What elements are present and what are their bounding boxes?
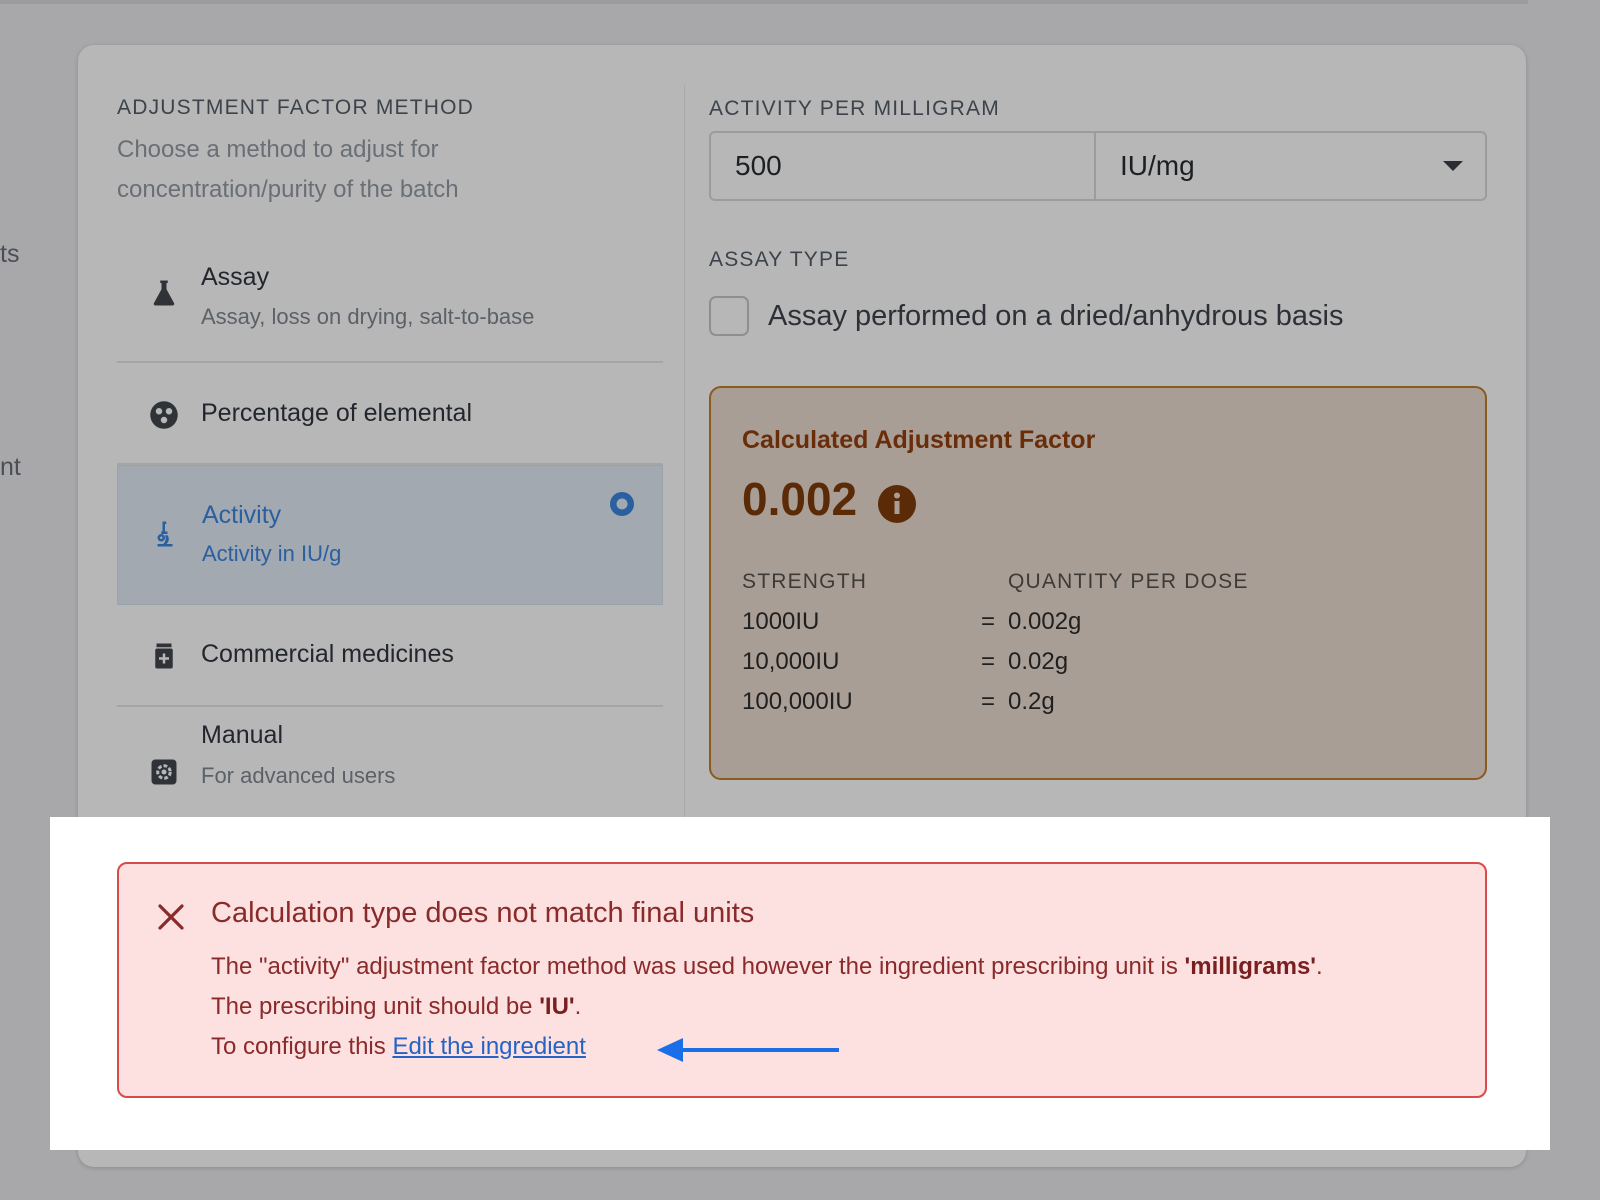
alert-message-line-3: To configure this Edit the ingredient bbox=[211, 1033, 586, 1061]
close-icon bbox=[158, 904, 184, 930]
medicine-bottle-icon bbox=[155, 643, 173, 669]
column-divider bbox=[684, 85, 685, 847]
flask-icon bbox=[153, 280, 175, 306]
alert-emphasis: 'milligrams' bbox=[1184, 953, 1316, 980]
activity-input-group: IU/mg bbox=[709, 131, 1487, 201]
edge-clipped-text: nt bbox=[0, 453, 21, 481]
edit-ingredient-link[interactable]: Edit the ingredient bbox=[392, 1033, 585, 1060]
method-item-manual[interactable]: Manual For advanced users bbox=[117, 707, 663, 817]
method-title: Manual bbox=[201, 721, 283, 749]
equals-sign: = bbox=[981, 648, 996, 675]
method-title: Assay bbox=[201, 263, 270, 291]
method-item-commercial-medicines[interactable]: Commercial medicines bbox=[117, 605, 663, 707]
activity-unit-value: IU/mg bbox=[1120, 150, 1195, 181]
strength-cell: 10,000IU bbox=[742, 648, 840, 675]
quantity-cell: 0.002g bbox=[1008, 608, 1082, 635]
equals-sign: = bbox=[981, 608, 996, 635]
gear-icon bbox=[151, 759, 177, 785]
dried-basis-checkbox-label[interactable]: Assay performed on a dried/anhydrous bas… bbox=[768, 300, 1343, 333]
calculated-factor-panel: Calculated Adjustment Factor 0.002 STREN… bbox=[709, 386, 1487, 780]
method-item-activity[interactable]: Activity Activity in IU/g bbox=[117, 465, 663, 605]
alert-text: To configure this bbox=[211, 1033, 393, 1060]
chevron-down-icon bbox=[1443, 161, 1463, 171]
alert-message-line-2: The prescribing unit should be 'IU'. bbox=[211, 993, 581, 1021]
quantity-cell: 0.2g bbox=[1008, 688, 1055, 715]
alert-text: The prescribing unit should be bbox=[211, 993, 540, 1020]
info-icon[interactable] bbox=[877, 484, 917, 524]
method-list: Assay Assay, loss on drying, salt-to-bas… bbox=[117, 247, 663, 817]
method-item-assay[interactable]: Assay Assay, loss on drying, salt-to-bas… bbox=[117, 247, 663, 363]
strength-column-header: STRENGTH bbox=[742, 570, 868, 593]
molecule-icon bbox=[150, 401, 178, 429]
arrow-left-icon bbox=[657, 1038, 839, 1062]
method-title: Percentage of elemental bbox=[201, 399, 473, 427]
equals-sign: = bbox=[981, 688, 996, 715]
quantity-column-header: QUANTITY PER DOSE bbox=[1008, 570, 1249, 593]
microscope-icon bbox=[157, 521, 173, 547]
radio-selected-icon[interactable] bbox=[608, 490, 636, 518]
activity-value-input[interactable] bbox=[711, 133, 1094, 199]
activity-per-mg-label: ACTIVITY PER MILLIGRAM bbox=[709, 97, 1000, 120]
dried-basis-checkbox[interactable] bbox=[709, 296, 749, 336]
strength-cell: 100,000IU bbox=[742, 688, 853, 715]
alert-text: The "activity" adjustment factor method … bbox=[211, 953, 1185, 980]
method-item-percentage-elemental[interactable]: Percentage of elemental bbox=[117, 363, 663, 465]
method-title: Activity bbox=[202, 501, 282, 529]
strength-cell: 1000IU bbox=[742, 608, 820, 635]
alert-title: Calculation type does not match final un… bbox=[211, 897, 755, 929]
edge-clipped-text: ts bbox=[0, 240, 20, 268]
method-subtitle: For advanced users bbox=[201, 763, 396, 788]
alert-message-line-1: The "activity" adjustment factor method … bbox=[211, 953, 1323, 981]
method-subtitle: Activity in IU/g bbox=[202, 541, 342, 566]
alert-emphasis: 'IU' bbox=[539, 993, 575, 1020]
adjustment-method-header: ADJUSTMENT FACTOR METHOD Choose a method… bbox=[117, 96, 663, 210]
quantity-cell: 0.02g bbox=[1008, 648, 1069, 675]
factor-value: 0.002 bbox=[742, 473, 858, 525]
factor-title: Calculated Adjustment Factor bbox=[742, 426, 1096, 454]
alert-text: . bbox=[574, 993, 582, 1020]
adjustment-method-description: Choose a method to adjust for concentrat… bbox=[117, 136, 459, 203]
assay-type-label: ASSAY TYPE bbox=[709, 248, 850, 271]
method-subtitle: Assay, loss on drying, salt-to-base bbox=[201, 304, 535, 329]
activity-unit-select[interactable]: IU/mg bbox=[1094, 133, 1485, 199]
top-divider bbox=[0, 0, 1528, 4]
adjustment-method-label: ADJUSTMENT FACTOR METHOD bbox=[117, 96, 475, 119]
method-title: Commercial medicines bbox=[201, 640, 454, 668]
alert-text: . bbox=[1316, 953, 1323, 980]
